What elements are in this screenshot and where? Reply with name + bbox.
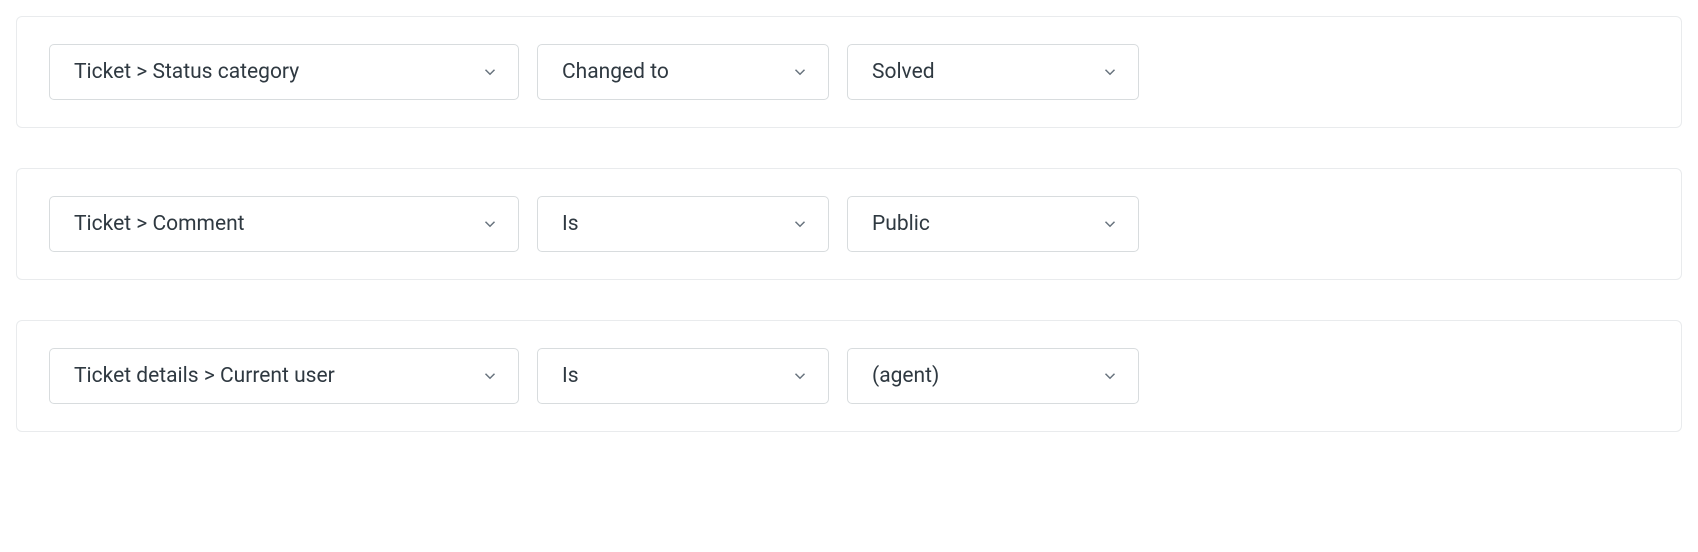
chevron-down-icon [480,366,500,386]
condition-field-label: Ticket > Status category [74,60,468,84]
condition-value-dropdown[interactable]: Solved [847,44,1139,100]
condition-value-label: Solved [872,60,1088,84]
condition-operator-dropdown[interactable]: Is [537,348,829,404]
condition-field-dropdown[interactable]: Ticket > Status category [49,44,519,100]
condition-field-label: Ticket details > Current user [74,364,468,388]
chevron-down-icon [1100,214,1120,234]
condition-value-label: Public [872,212,1088,236]
condition-value-label: (agent) [872,364,1088,388]
condition-field-dropdown[interactable]: Ticket details > Current user [49,348,519,404]
condition-operator-dropdown[interactable]: Is [537,196,829,252]
condition-value-dropdown[interactable]: Public [847,196,1139,252]
condition-row: Ticket > Status category Changed to Solv… [16,16,1682,128]
condition-operator-label: Changed to [562,60,778,84]
chevron-down-icon [1100,366,1120,386]
condition-row: Ticket details > Current user Is (agent) [16,320,1682,432]
chevron-down-icon [790,366,810,386]
condition-operator-label: Is [562,364,778,388]
chevron-down-icon [480,62,500,82]
condition-value-dropdown[interactable]: (agent) [847,348,1139,404]
condition-operator-label: Is [562,212,778,236]
chevron-down-icon [790,62,810,82]
chevron-down-icon [1100,62,1120,82]
condition-operator-dropdown[interactable]: Changed to [537,44,829,100]
chevron-down-icon [790,214,810,234]
condition-field-label: Ticket > Comment [74,212,468,236]
condition-row: Ticket > Comment Is Public [16,168,1682,280]
chevron-down-icon [480,214,500,234]
condition-field-dropdown[interactable]: Ticket > Comment [49,196,519,252]
